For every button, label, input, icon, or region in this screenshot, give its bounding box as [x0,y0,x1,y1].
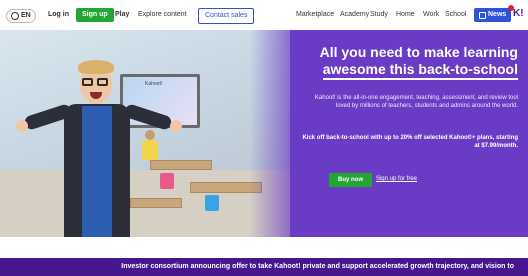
kahoot-logo[interactable]: K! [513,8,524,20]
nav-item-home[interactable]: Home [396,9,415,21]
announcement-text: Investor consortium announcing offer to … [121,263,514,270]
news-button[interactable]: News [474,5,515,22]
play-link[interactable]: Play [115,9,129,21]
explore-content-link[interactable]: Explore content [138,9,187,21]
hero-section: Kahoot! All you need to make learning aw… [0,30,528,237]
announcement-banner[interactable]: Investor consortium announcing offer to … [0,258,528,276]
headline-line-1: All you need to make learning [319,44,518,60]
chair [205,195,219,211]
language-selector[interactable]: EN [6,9,36,23]
boy-figure [16,54,182,237]
contact-sales-button[interactable]: Contact sales [198,8,255,24]
signup-free-link[interactable]: Sign up for free [376,176,417,182]
nav-item-work[interactable]: Work [423,9,439,21]
signup-button[interactable]: Sign up [76,8,114,22]
news-label: News [488,11,507,18]
language-label: EN [21,12,31,19]
hero-description: Kahoot! is the all-in-one engagement, te… [314,95,518,109]
nav-item-study[interactable]: Study [370,9,388,21]
news-icon [479,11,486,19]
nav-item-academy[interactable]: Academy [340,9,369,21]
globe-icon [11,12,19,20]
hero-offer: Kick off back-to-school with up to 20% o… [302,135,518,149]
login-link[interactable]: Log in [48,9,69,21]
nav-item-school[interactable]: School [445,9,466,21]
hero-headline: All you need to make learning awesome th… [292,44,518,80]
hero-copy: All you need to make learning awesome th… [290,30,522,237]
buy-now-button[interactable]: Buy now [329,173,372,187]
top-navigation: EN Log in Sign up Play Explore content C… [0,0,528,31]
headline-line-2: awesome this back-to-school [322,61,518,80]
nav-item-marketplace[interactable]: Marketplace [296,9,334,21]
hero-photo: Kahoot! [0,30,290,237]
